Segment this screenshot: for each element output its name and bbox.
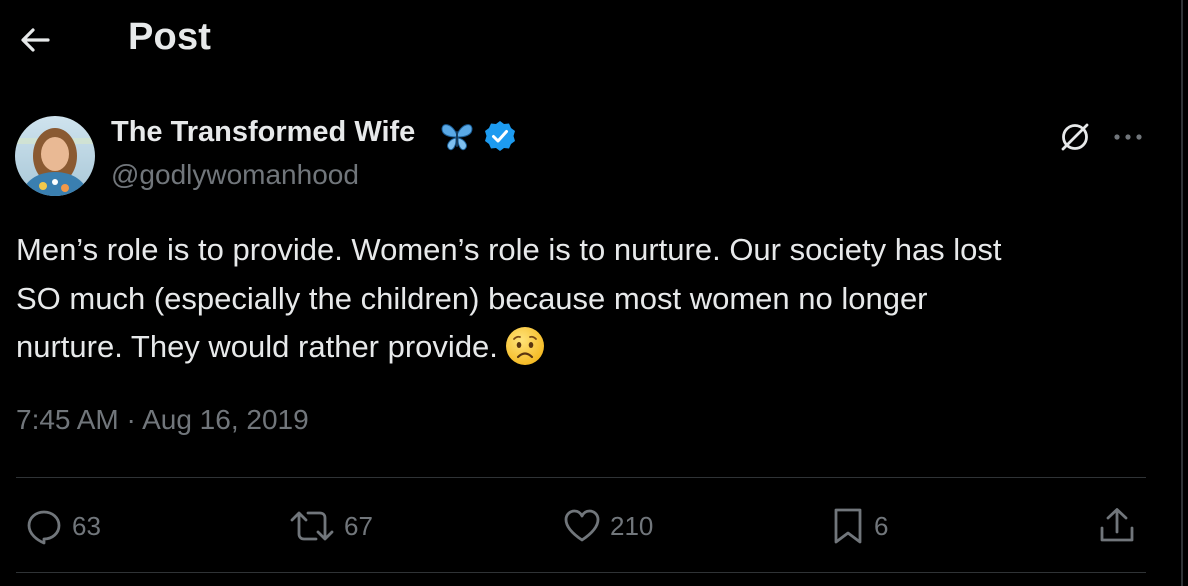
share-button[interactable] <box>1098 504 1136 548</box>
divider <box>16 477 1146 478</box>
post-page: Post The Transformed Wife @godlywomanhoo… <box>0 0 1188 586</box>
like-button[interactable]: 210 <box>562 504 653 548</box>
page-header: Post <box>0 0 1180 80</box>
like-count: 210 <box>610 510 654 541</box>
tweet-text-line: Men’s role is to provide. Women’s role i… <box>16 232 1002 267</box>
tweet-timestamp[interactable]: 7:45 AM · Aug 16, 2019 <box>16 404 309 436</box>
repost-button[interactable]: 67 <box>288 504 373 548</box>
bookmark-icon <box>834 508 862 544</box>
share-icon <box>1100 508 1134 542</box>
author-handle[interactable]: @godlywomanhood <box>111 159 359 191</box>
grok-icon <box>1061 123 1089 151</box>
avatar[interactable] <box>15 116 95 196</box>
tweet-text-line: nurture. They would rather provide. <box>16 323 1156 372</box>
reply-icon <box>27 510 61 545</box>
reply-button[interactable]: 63 <box>24 504 101 548</box>
page-title: Post <box>128 16 212 58</box>
back-button[interactable] <box>14 20 56 60</box>
repost-count: 67 <box>344 510 373 541</box>
author-display-name[interactable]: The Transformed Wife <box>111 116 415 149</box>
bookmark-count: 6 <box>874 510 889 541</box>
more-options-button[interactable] <box>1108 118 1148 156</box>
divider <box>16 572 1146 573</box>
arrow-left-icon <box>21 28 50 52</box>
butterfly-icon <box>441 124 473 151</box>
verified-badge-icon <box>485 121 515 151</box>
bookmark-button[interactable]: 6 <box>830 504 888 548</box>
worried-face-emoji-icon <box>505 327 544 365</box>
tweet-text: Men’s role is to provide. Women’s role i… <box>16 226 1156 372</box>
more-horizontal-icon <box>1114 134 1142 140</box>
repost-icon <box>290 511 334 541</box>
column-border <box>1181 0 1183 586</box>
reply-count: 63 <box>72 510 101 541</box>
heart-icon <box>564 509 600 542</box>
grok-button[interactable] <box>1056 118 1094 156</box>
tweet-text-line: SO much (especially the children) becaus… <box>16 280 928 316</box>
